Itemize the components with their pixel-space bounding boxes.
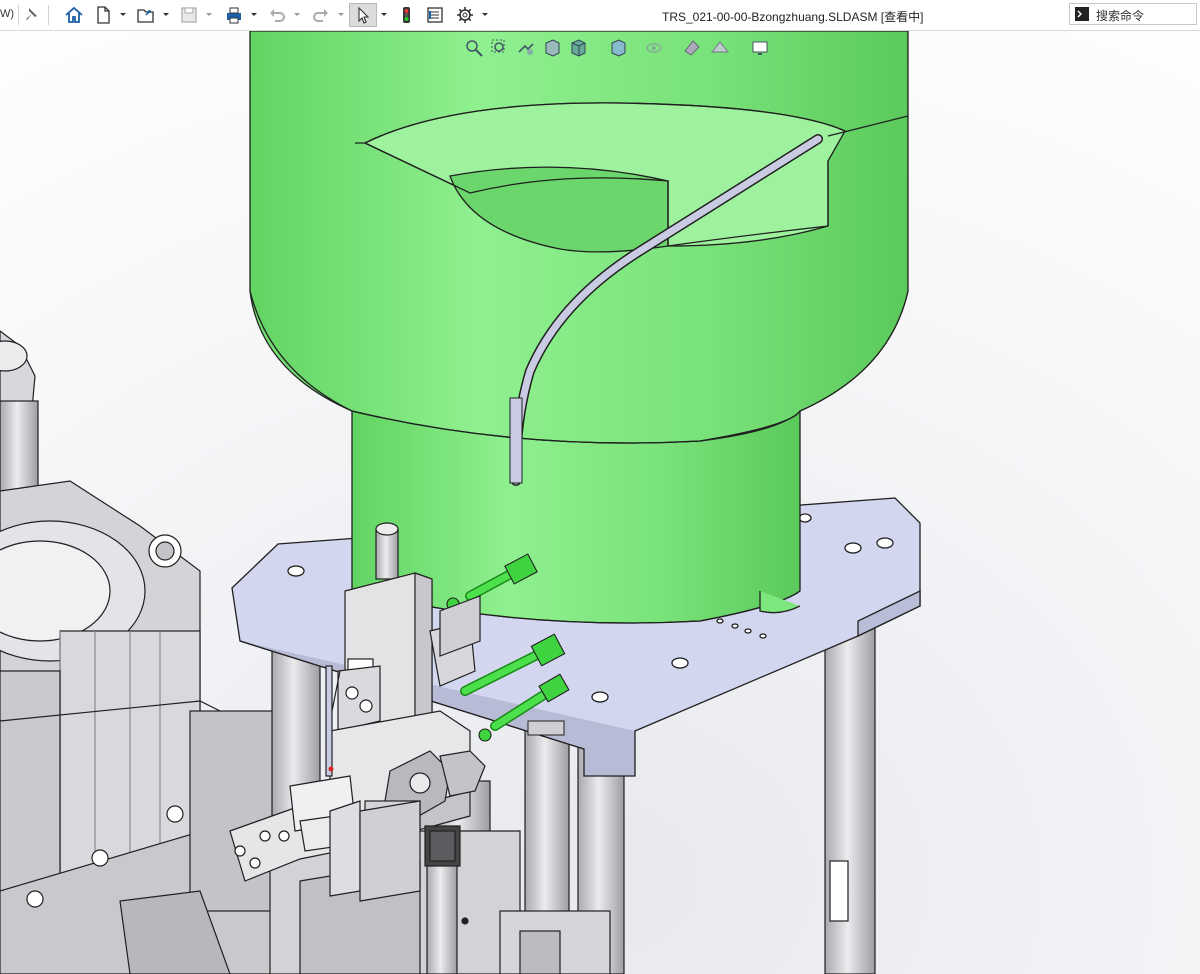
pin-icon[interactable] — [20, 3, 44, 27]
select-dropdown-chevron-icon[interactable] — [380, 9, 388, 19]
document-title: TRS_021-00-00-Bzongzhuang.SLDASM [查看中] — [662, 10, 924, 24]
graphics-area[interactable] — [0, 31, 1200, 974]
new-dropdown-chevron-icon[interactable] — [119, 9, 127, 19]
select-pointer-icon[interactable] — [349, 3, 377, 27]
save-icon[interactable] — [177, 3, 201, 27]
display-style-icon[interactable] — [607, 37, 629, 59]
options-gear-icon[interactable] — [453, 3, 477, 27]
rebuild-traffic-light-icon[interactable] — [394, 3, 418, 27]
zoom-to-area-icon[interactable] — [489, 37, 511, 59]
zoom-to-fit-icon[interactable] — [463, 37, 485, 59]
open-folder-icon[interactable] — [134, 3, 158, 27]
toolbar-separator — [48, 5, 49, 25]
options-dropdown-chevron-icon[interactable] — [481, 9, 489, 19]
hide-show-items-icon[interactable] — [643, 37, 665, 59]
print-dropdown-chevron-icon[interactable] — [250, 9, 258, 19]
home-icon[interactable] — [62, 3, 86, 27]
new-document-icon[interactable] — [91, 3, 115, 27]
command-prompt-icon — [1075, 7, 1089, 21]
redo-dropdown-chevron-icon[interactable] — [337, 9, 345, 19]
search-input[interactable]: 搜索命令 — [1096, 7, 1144, 24]
left-edge-fragment: W) — [0, 8, 15, 20]
open-dropdown-chevron-icon[interactable] — [162, 9, 170, 19]
heads-up-view-toolbar — [463, 37, 793, 61]
undo-dropdown-chevron-icon[interactable] — [293, 9, 301, 19]
edit-appearance-icon[interactable] — [681, 37, 703, 59]
section-view-icon[interactable] — [541, 37, 563, 59]
title-bar: W) TRS_021-00-00-Bzongzhuang.SLDASM [查看中… — [0, 0, 1200, 31]
redo-icon[interactable] — [309, 3, 333, 27]
apply-scene-icon[interactable] — [709, 37, 731, 59]
command-search-box[interactable]: 搜索命令 — [1069, 3, 1197, 25]
view-orientation-icon[interactable] — [567, 37, 589, 59]
toolbar-separator — [18, 5, 19, 25]
print-icon[interactable] — [222, 3, 246, 27]
previous-view-icon[interactable] — [515, 37, 537, 59]
rod-nut — [527, 720, 565, 736]
file-properties-icon[interactable] — [423, 3, 447, 27]
save-dropdown-chevron-icon[interactable] — [205, 9, 213, 19]
view-settings-icon[interactable] — [749, 37, 771, 59]
undo-icon[interactable] — [265, 3, 289, 27]
